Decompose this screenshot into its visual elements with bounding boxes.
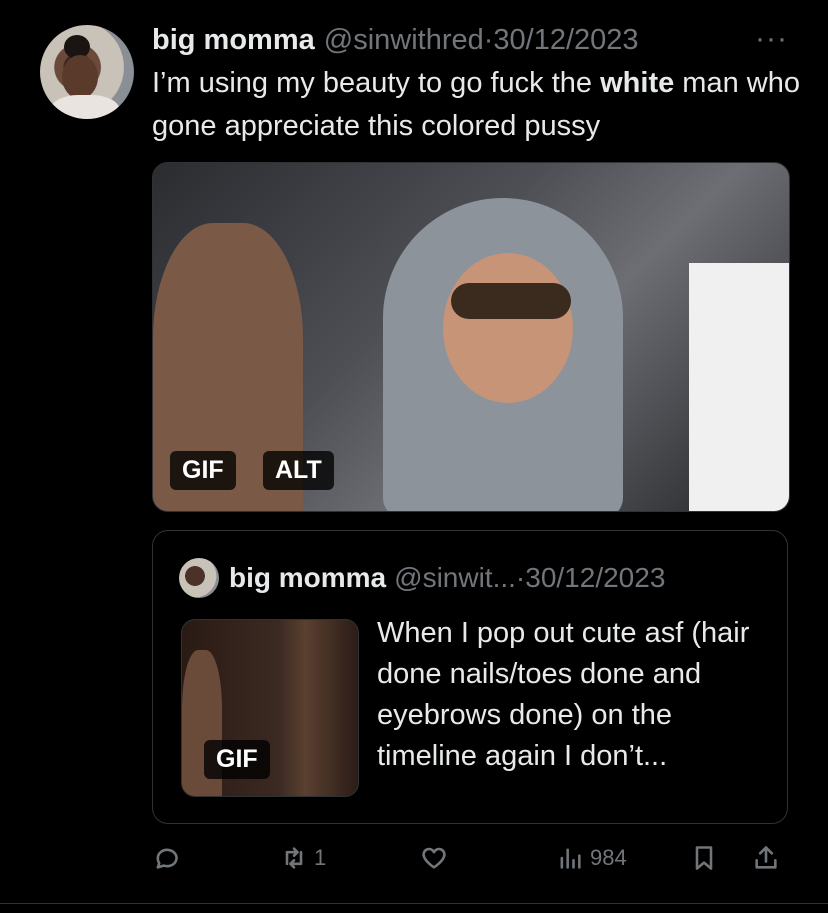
author-handle[interactable]: @sinwithred [324,24,484,57]
bookmark-button[interactable] [690,838,718,878]
quoted-tweet-header: big momma @sinwit... · 30/12/2023 [229,559,665,597]
media-face [443,253,573,403]
tweet-header: big momma @sinwithred · 30/12/2023 [152,20,639,60]
tweet-text: I’m using my beauty to go fuck the white… [152,62,802,148]
media-right-person [689,263,789,511]
bottom-divider [0,903,828,904]
share-button[interactable] [752,838,780,878]
quoted-author-handle: @sinwit... [394,562,516,593]
retweet-button[interactable]: 1 [280,838,326,878]
action-bar: 1 984 [152,838,788,878]
views-button[interactable]: 984 [556,838,627,878]
quoted-tweet[interactable]: big momma @sinwit... · 30/12/2023 GIF Wh… [152,530,788,824]
avatar-face [62,55,98,99]
quoted-gif-badge: GIF [204,740,270,779]
author-avatar[interactable] [40,25,134,119]
header-separator: · [483,23,494,56]
retweet-count: 1 [314,845,327,870]
alt-badge[interactable]: ALT [263,451,334,490]
quoted-tweet-date: 30/12/2023 [525,562,666,593]
more-options-icon[interactable]: ··· [755,22,788,56]
quoted-author-name: big momma [229,562,387,593]
quoted-tweet-text: When I pop out cute asf (hair done nails… [377,617,750,772]
heart-icon [422,847,446,869]
quoted-gif-media[interactable]: GIF [181,619,359,797]
quoted-author-avatar [179,558,219,598]
share-icon [755,846,777,869]
author-name[interactable]: big momma [152,24,315,57]
tweet-text-start: I’m using my beauty to go fuck the [152,67,601,99]
tweet-date[interactable]: 30/12/2023 [493,24,638,57]
reply-button[interactable] [152,838,180,878]
bookmark-icon [695,846,713,870]
reply-icon [156,848,178,869]
gif-badge: GIF [170,451,236,490]
quoted-header-separator: · [515,562,526,593]
tweet-text-bold: white [600,67,675,99]
retweet-icon [285,847,303,869]
media-sunglasses [451,283,571,319]
like-button[interactable] [420,838,448,878]
views-count: 984 [590,845,627,870]
tweet-gif-media[interactable]: GIF ALT [152,162,790,512]
avatar-shirt [50,95,120,119]
views-icon [560,848,581,869]
